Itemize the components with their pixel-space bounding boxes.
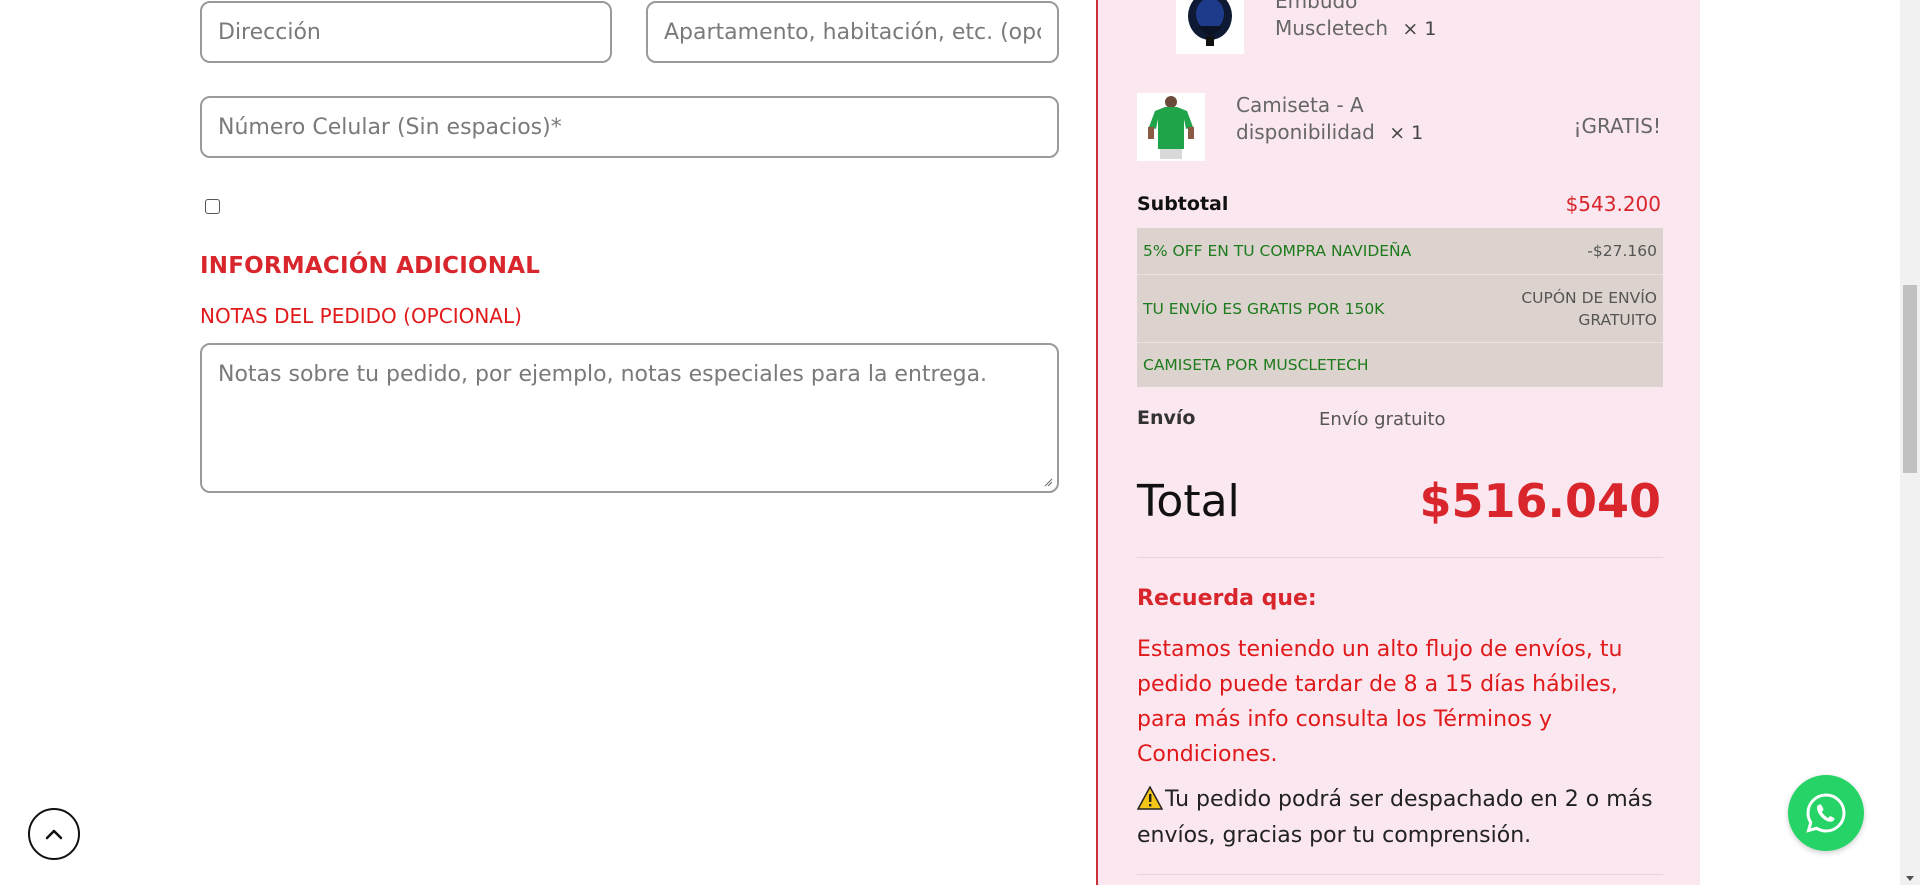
product-price: ¡GRATIS! [1573,114,1661,138]
discount-value-line1: CUPÓN DE ENVÍO [1521,288,1657,307]
product-name-line2-wrap: Muscletech × 1 [1275,15,1436,43]
shipping-value: Envío gratuito [1319,409,1446,430]
discount-label: TU ENVÍO ES GRATIS POR 150K [1143,299,1385,318]
warning-line: envíos, gracias por tu comprensión. [1137,823,1532,848]
divider [1137,874,1663,875]
discount-value: -$27.160 [1587,242,1657,260]
scroll-down-arrow-icon[interactable] [1906,876,1914,881]
product-name-line2: disponibilidad [1236,120,1375,144]
discount-row: CAMISETA POR MUSCLETECH [1137,343,1663,387]
reminder-line: pedido puede tardar de 8 a 15 días hábil… [1137,672,1618,697]
divider [1137,557,1663,558]
whatsapp-button[interactable] [1788,775,1864,851]
product-name-line1: Embudo [1275,0,1358,13]
phone-input[interactable] [218,114,1041,140]
discount-value: CUPÓN DE ENVÍO GRATUITO [1521,287,1657,331]
shipping-warning: Tu pedido podrá ser despachado en 2 o má… [1136,782,1677,854]
total-label: Total [1137,476,1240,527]
discount-value-line2: GRATUITO [1578,310,1657,329]
product-thumbnail [1137,93,1205,161]
cart-item: Camiseta - A disponibilidad × 1 [1236,92,1423,147]
order-notes-field[interactable] [200,343,1059,493]
reminder-line: Estamos teniendo un alto flujo de envíos… [1137,637,1623,662]
checkbox[interactable] [205,199,220,214]
page-scrollbar[interactable] [1900,0,1920,885]
order-notes-textarea[interactable] [218,361,1041,481]
warning-icon [1136,785,1164,810]
discount-row: TU ENVÍO ES GRATIS POR 150K CUPÓN DE ENV… [1137,275,1663,343]
reminder-line: para más info consulta los Términos y [1137,707,1553,732]
address-field[interactable] [200,1,612,63]
reminder-line: Condiciones. [1137,742,1278,767]
warning-line: Tu pedido podrá ser despachado en 2 o má… [1165,787,1653,812]
discount-label: CAMISETA POR MUSCLETECH [1143,356,1369,374]
discount-list: 5% OFF EN TU COMPRA NAVIDEÑA -$27.160 TU… [1137,228,1663,387]
product-name-line2: Muscletech [1275,16,1389,40]
address-input[interactable] [218,19,594,45]
discount-row: 5% OFF EN TU COMPRA NAVIDEÑA -$27.160 [1137,228,1663,275]
apartment-field[interactable] [646,1,1059,63]
reminder-title: Recuerda que: [1137,586,1317,611]
product-qty: × 1 [1402,18,1437,40]
phone-field[interactable] [200,96,1059,158]
order-notes-label: NOTAS DEL PEDIDO (OPCIONAL) [200,304,522,328]
subtotal-value: $543.200 [1565,192,1661,216]
order-summary: Embudo Muscletech × 1 Camiseta - A dispo… [1096,0,1700,885]
apartment-input[interactable] [664,19,1041,45]
discount-label: 5% OFF EN TU COMPRA NAVIDEÑA [1143,242,1412,260]
funnel-product-icon [1176,0,1244,54]
whatsapp-icon [1806,793,1846,833]
total-value: $516.040 [1419,474,1661,528]
scrollbar-thumb[interactable] [1903,285,1917,473]
checkout-page: INFORMACIÓN ADICIONAL NOTAS DEL PEDIDO (… [0,0,1920,885]
reminder-text: Estamos teniendo un alto flujo de envíos… [1137,632,1663,772]
product-qty: × 1 [1389,122,1424,144]
resize-grip-icon[interactable] [1043,477,1053,487]
chevron-up-icon [45,829,63,840]
subtotal-label: Subtotal [1137,193,1229,215]
additional-info-heading: INFORMACIÓN ADICIONAL [200,253,541,279]
cart-item: Embudo Muscletech × 1 [1275,0,1436,43]
product-name-line1: Camiseta - A [1236,93,1364,117]
product-name-line2-wrap: disponibilidad × 1 [1236,119,1423,147]
warning-line-wrap: Tu pedido podrá ser despachado en 2 o má… [1136,782,1677,818]
scroll-to-top-button[interactable] [28,808,80,860]
product-thumbnail [1176,0,1244,54]
tshirt-product-icon [1137,93,1205,161]
shipping-label: Envío [1137,407,1196,429]
